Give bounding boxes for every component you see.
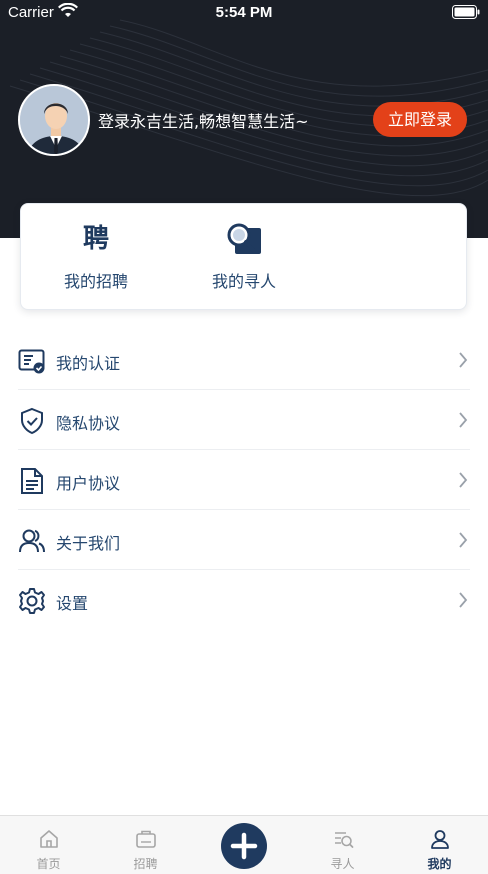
tab-profile[interactable]: 我的 [391, 816, 488, 874]
tab-find-person[interactable]: 寻人 [294, 816, 391, 874]
find-icon [334, 832, 353, 848]
chevron-right-icon [459, 592, 468, 608]
recruit-icon: 聘 [82, 224, 110, 254]
job-icon [135, 830, 156, 848]
menu-label: 隐私协议 [56, 414, 121, 433]
users-icon [19, 529, 45, 553]
my-recruitment-button[interactable]: 聘 我的招聘 [26, 204, 166, 311]
home-icon [39, 830, 58, 848]
menu-item-settings[interactable]: 设置 [18, 570, 470, 630]
quick-action-card: 聘 我的招聘 我的寻人 [20, 203, 467, 310]
profile-icon [430, 830, 449, 849]
avatar[interactable] [18, 84, 90, 156]
login-slogan: 登录永吉生活,畅想智慧生活~ [98, 112, 309, 131]
certificate-icon [18, 349, 45, 374]
plus-icon [230, 832, 258, 860]
menu-item-user-agreement[interactable]: 用户协议 [18, 450, 470, 510]
my-recruitment-label: 我的招聘 [63, 272, 128, 291]
menu-item-certification[interactable]: 我的认证 [18, 330, 470, 390]
login-button[interactable]: 立即登录 [373, 102, 467, 137]
my-search-person-button[interactable]: 我的寻人 [174, 204, 314, 311]
menu-label: 用户协议 [56, 474, 121, 493]
tab-home[interactable]: 首页 [0, 816, 97, 874]
status-bar: Carrier 5:54 PM [0, 0, 488, 26]
settings-menu: 我的认证 隐私协议 用户协议 关于我们 设置 [0, 330, 488, 630]
document-icon [21, 468, 43, 494]
tab-label: 首页 [36, 857, 61, 871]
tab-recruitment[interactable]: 招聘 [97, 816, 194, 874]
tab-label: 我的 [427, 857, 452, 871]
my-search-person-label: 我的寻人 [211, 272, 276, 291]
tab-label: 寻人 [330, 857, 355, 871]
battery-icon [452, 5, 480, 19]
menu-item-privacy[interactable]: 隐私协议 [18, 390, 470, 450]
chevron-right-icon [459, 352, 468, 368]
gear-icon [19, 588, 45, 614]
shield-check-icon [21, 407, 43, 435]
clock: 5:54 PM [215, 4, 273, 21]
menu-label: 关于我们 [56, 534, 121, 553]
chevron-right-icon [459, 412, 468, 428]
menu-label: 设置 [56, 594, 89, 613]
menu-label: 我的认证 [56, 354, 121, 373]
tab-label: 招聘 [133, 857, 158, 871]
search-person-icon [227, 223, 261, 254]
menu-item-about-us[interactable]: 关于我们 [18, 510, 470, 570]
chevron-right-icon [459, 532, 468, 548]
publish-plus-button[interactable] [221, 823, 267, 869]
chevron-right-icon [459, 472, 468, 488]
